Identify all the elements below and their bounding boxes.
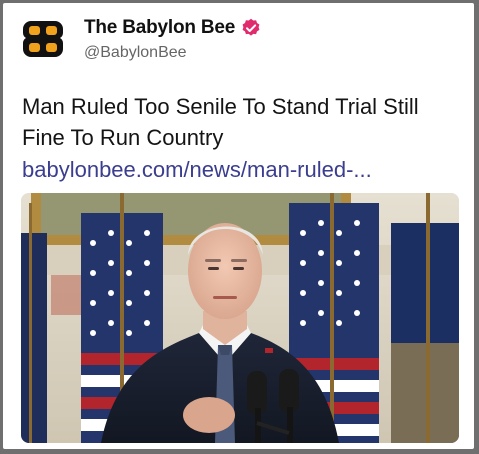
display-name[interactable]: The Babylon Bee [84,17,235,39]
bee-logo-icon[interactable] [21,17,65,61]
post-header: The Babylon Bee @BabylonBee [3,3,474,83]
news-photo-image[interactable] [21,193,459,443]
account-handle[interactable]: @BabylonBee [84,44,187,62]
post-card[interactable]: The Babylon Bee @BabylonBee Man Ruled To… [3,3,474,449]
name-row: The Babylon Bee [84,17,261,39]
post-text: Man Ruled Too Senile To Stand Trial Stil… [22,94,419,150]
verified-badge-icon [241,18,261,38]
article-link[interactable]: babylonbee.com/news/man-ruled-... [22,154,372,185]
